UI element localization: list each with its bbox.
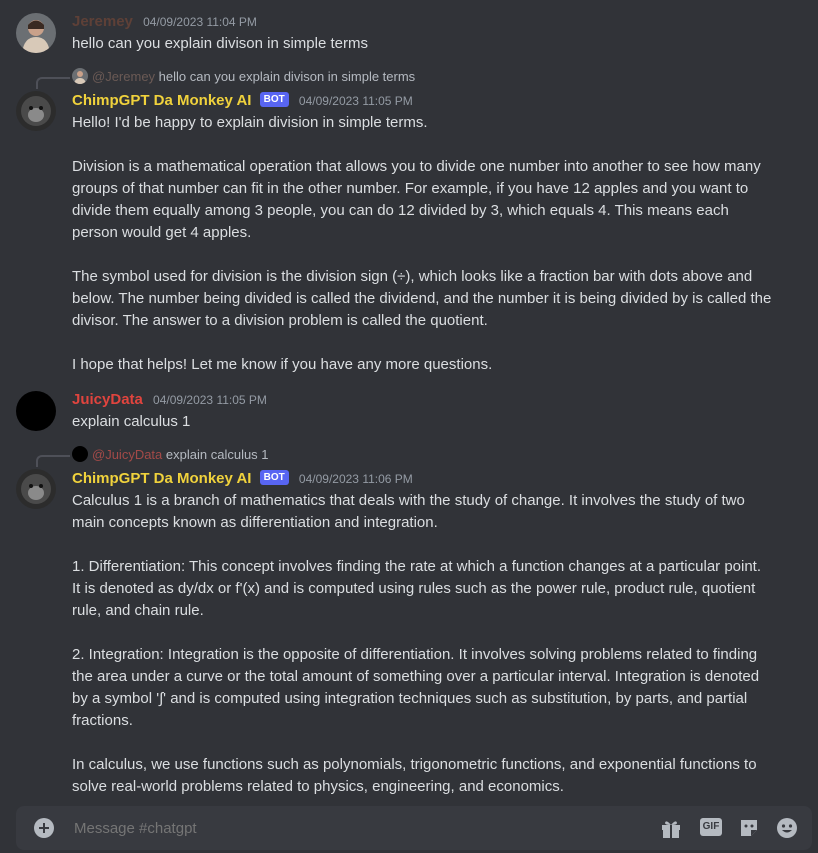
message-header: ChimpGPT Da Monkey AI BOT 04/09/2023 11:… [72, 90, 413, 112]
reply-mention[interactable]: @Jeremey [92, 69, 155, 84]
timestamp: 04/09/2023 11:05 PM [153, 393, 267, 407]
bot-badge: BOT [259, 92, 289, 107]
reply-preview[interactable]: @JuicyData explain calculus 1 [72, 446, 269, 464]
message-composer: GIF [16, 806, 812, 852]
timestamp: 04/09/2023 11:04 PM [143, 15, 257, 29]
message-header: Jeremey 04/09/2023 11:04 PM [72, 11, 257, 33]
avatar[interactable] [16, 391, 56, 431]
reply-avatar [72, 68, 88, 84]
timestamp: 04/09/2023 11:06 PM [298, 472, 413, 486]
reply-preview[interactable]: @Jeremey hello can you explain divison i… [72, 68, 415, 86]
message-text: Hello! I'd be happy to explain division … [72, 114, 772, 373]
emoji-icon[interactable] [776, 817, 798, 839]
timestamp: 04/09/2023 11:05 PM [298, 94, 413, 108]
reply-avatar [72, 446, 88, 462]
bot-badge: BOT [259, 470, 289, 485]
message-text: explain calculus 1 [72, 413, 191, 430]
message-header: ChimpGPT Da Monkey AI BOT 04/09/2023 11:… [72, 468, 413, 490]
gift-icon[interactable] [660, 817, 682, 839]
avatar[interactable] [16, 91, 56, 131]
avatar[interactable] [16, 469, 56, 509]
reply-mention[interactable]: @JuicyData [92, 447, 162, 462]
message-text: Calculus 1 is a branch of mathematics th… [72, 492, 762, 795]
avatar[interactable] [16, 13, 56, 53]
message-header: JuicyData 04/09/2023 11:05 PM [72, 389, 267, 411]
reply-connector [36, 77, 70, 89]
message-input[interactable] [72, 806, 636, 852]
reply-text[interactable]: hello can you explain divison in simple … [159, 69, 416, 84]
chat-messages: Jeremey 04/09/2023 11:04 PM hello can yo… [0, 0, 818, 853]
reply-text[interactable]: explain calculus 1 [166, 447, 269, 462]
reply-connector [36, 455, 70, 467]
author-name[interactable]: Jeremey [72, 13, 133, 30]
message-text: hello can you explain divison in simple … [72, 35, 368, 52]
author-name[interactable]: ChimpGPT Da Monkey AI [72, 470, 251, 487]
author-name[interactable]: ChimpGPT Da Monkey AI [72, 92, 251, 109]
plus-icon[interactable] [34, 818, 54, 838]
gif-icon[interactable]: GIF [700, 818, 722, 836]
author-name[interactable]: JuicyData [72, 391, 143, 408]
sticker-icon[interactable] [738, 817, 760, 839]
